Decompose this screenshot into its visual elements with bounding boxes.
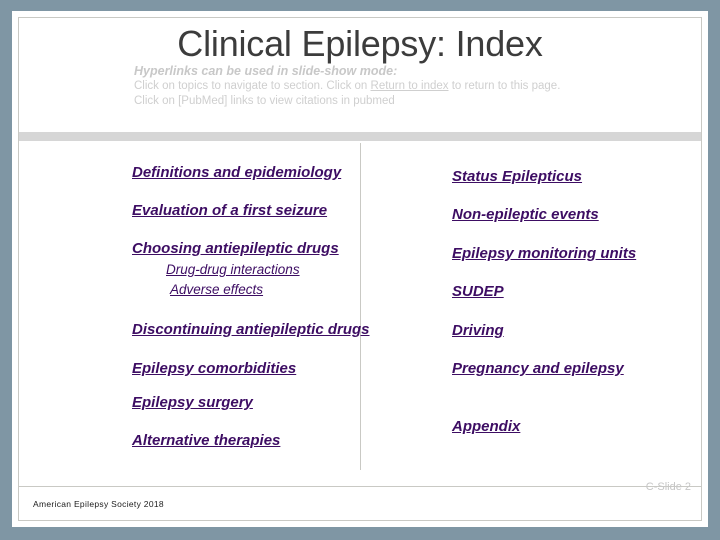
index-link-pregnancy-and-epilepsy[interactable]: Pregnancy and epilepsy: [452, 360, 624, 377]
subtitle-block: Hyperlinks can be used in slide-show mod…: [134, 64, 614, 109]
index-link-evaluation-of-a-first-seizure[interactable]: Evaluation of a first seizure: [132, 202, 327, 219]
index-link-appendix[interactable]: Appendix: [452, 418, 520, 435]
index-link-discontinuing-antiepileptic-drugs[interactable]: Discontinuing antiepileptic drugs: [132, 321, 370, 338]
index-link-status-epilepticus[interactable]: Status Epilepticus: [452, 168, 582, 185]
index-body: Definitions and epidemiology Evaluation o…: [19, 141, 701, 470]
slide-frame-gap: Clinical Epilepsy: Index Hyperlinks can …: [12, 11, 708, 527]
index-link-drug-drug-interactions[interactable]: Drug-drug interactions: [166, 262, 300, 277]
index-link-sudep[interactable]: SUDEP: [452, 283, 504, 300]
index-link-adverse-effects[interactable]: Adverse effects: [170, 282, 263, 297]
index-link-driving[interactable]: Driving: [452, 322, 504, 339]
index-column-left: Definitions and epidemiology Evaluation o…: [19, 141, 370, 470]
subtitle-line-2: Click on topics to navigate to section. …: [134, 79, 614, 94]
slide-header: Clinical Epilepsy: Index Hyperlinks can …: [19, 18, 701, 132]
index-link-epilepsy-surgery[interactable]: Epilepsy surgery: [132, 394, 253, 411]
index-link-choosing-antiepileptic-drugs[interactable]: Choosing antiepileptic drugs: [132, 240, 339, 257]
return-to-index-link[interactable]: Return to index: [371, 80, 449, 92]
index-column-right: Status Epilepticus Non-epileptic events Ep…: [361, 141, 701, 470]
index-link-non-epileptic-events[interactable]: Non-epileptic events: [452, 206, 599, 223]
index-link-epilepsy-comorbidities[interactable]: Epilepsy comorbidities: [132, 360, 296, 377]
footer-divider: [19, 486, 701, 487]
header-divider-band: [19, 132, 701, 141]
page-title: Clinical Epilepsy: Index: [177, 23, 543, 64]
index-link-epilepsy-monitoring-units[interactable]: Epilepsy monitoring units: [452, 245, 636, 262]
slide-canvas: Clinical Epilepsy: Index Hyperlinks can …: [18, 17, 702, 521]
subtitle-lead: Hyperlinks can be used in slide-show mod…: [134, 64, 398, 78]
index-link-alternative-therapies[interactable]: Alternative therapies: [132, 432, 280, 449]
subtitle-line-2-after: to return to this page.: [448, 80, 561, 92]
slide-frame-outer: Clinical Epilepsy: Index Hyperlinks can …: [0, 0, 720, 540]
subtitle-line-2-before: Click on topics to navigate to section. …: [134, 80, 371, 92]
footer-credit: American Epilepsy Society 2018: [33, 499, 164, 509]
index-link-definitions-and-epidemiology[interactable]: Definitions and epidemiology: [132, 164, 341, 181]
slide-number: C-Slide 2: [645, 481, 691, 493]
subtitle-line-3: Click on [PubMed] links to view citation…: [134, 95, 395, 107]
